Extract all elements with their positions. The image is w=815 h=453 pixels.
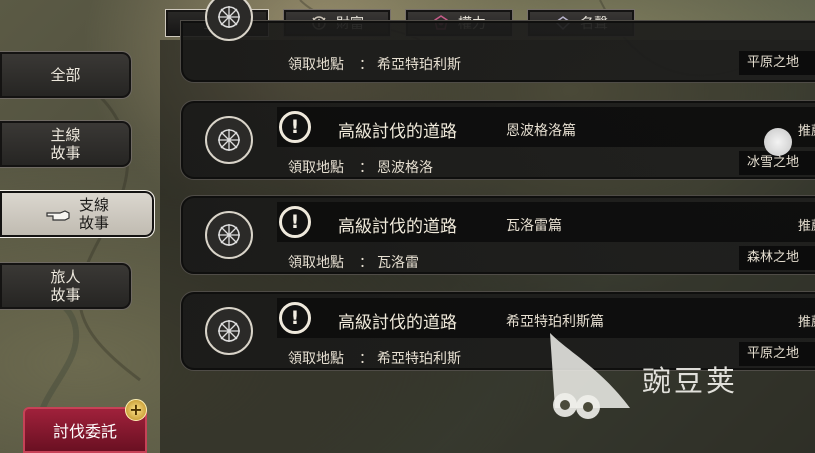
sidebar-item-main-story[interactable]: 主線 故事: [0, 120, 132, 168]
quest-location-label: 領取地點: [288, 160, 344, 176]
sidebar-item-side-story[interactable]: 支線 故事: [0, 190, 155, 238]
quest-recommend: 推薦: [798, 219, 815, 234]
quest-location: 恩波格洛: [377, 160, 433, 176]
quest-subtitle: 恩波格洛篇: [506, 123, 576, 139]
quest-location-colon: ：: [359, 57, 373, 73]
quest-location: 希亞特珀利斯: [377, 351, 461, 367]
exclamation-alert-icon: !: [279, 206, 311, 238]
quest-location-label: 領取地點: [288, 351, 344, 367]
touch-cursor-indicator: [764, 128, 792, 156]
wandoujia-logo-icon: [550, 333, 630, 419]
quest-card[interactable]: ! 高級討伐的道路 恩波格洛篇 推薦 領取地點 ： 恩波格洛 冰雪之地: [180, 100, 815, 180]
quest-location-label: 領取地點: [288, 255, 344, 271]
quest-title: 高級討伐的道路: [338, 122, 457, 142]
plus-badge-icon: +: [125, 399, 147, 421]
quest-region: 平原之地: [739, 51, 815, 75]
quest-title: 高級討伐的道路: [338, 313, 457, 333]
quest-card[interactable]: 領取地點 ： 希亞特珀利斯 平原之地: [180, 0, 815, 83]
quest-emblem-icon: [205, 211, 253, 259]
quest-emblem-icon: [205, 307, 253, 355]
quest-emblem-icon: [205, 0, 253, 41]
sidebar-item-label: 全部: [50, 66, 81, 84]
quest-location-colon: ：: [359, 255, 373, 271]
pointing-hand-icon: [46, 210, 70, 221]
quest-region: 平原之地: [739, 342, 815, 366]
quest-emblem-icon: [205, 116, 253, 164]
quest-card[interactable]: ! 高級討伐的道路 瓦洛雷篇 推薦 領取地點 ： 瓦洛雷 森林之地: [180, 195, 815, 275]
sidebar-item-traveler-story[interactable]: 旅人 故事: [0, 262, 132, 310]
quest-subtitle: 瓦洛雷篇: [506, 218, 562, 234]
quest-location-colon: ：: [359, 160, 373, 176]
watermark-text: 豌豆荚: [642, 364, 739, 398]
sidebar-item-label: 主線 故事: [50, 126, 81, 162]
quest-recommend: 推薦: [798, 124, 815, 139]
exclamation-alert-icon: !: [279, 302, 311, 334]
sidebar-item-label: 支線 故事: [78, 196, 109, 232]
sidebar-item-label: 旅人 故事: [50, 268, 81, 304]
quest-subtitle: 希亞特珀利斯篇: [506, 314, 604, 330]
sidebar-item-all[interactable]: 全部: [0, 51, 132, 99]
quest-location-label: 領取地點: [288, 57, 344, 73]
quest-location: 希亞特珀利斯: [377, 57, 461, 73]
quest-title: 高級討伐的道路: [338, 217, 457, 237]
exclamation-alert-icon: !: [279, 111, 311, 143]
button-label: 討伐委託: [52, 422, 117, 441]
quest-recommend: 推薦: [798, 315, 815, 330]
quest-location: 瓦洛雷: [377, 255, 419, 271]
quest-location-colon: ：: [359, 351, 373, 367]
quest-region: 森林之地: [739, 246, 815, 270]
